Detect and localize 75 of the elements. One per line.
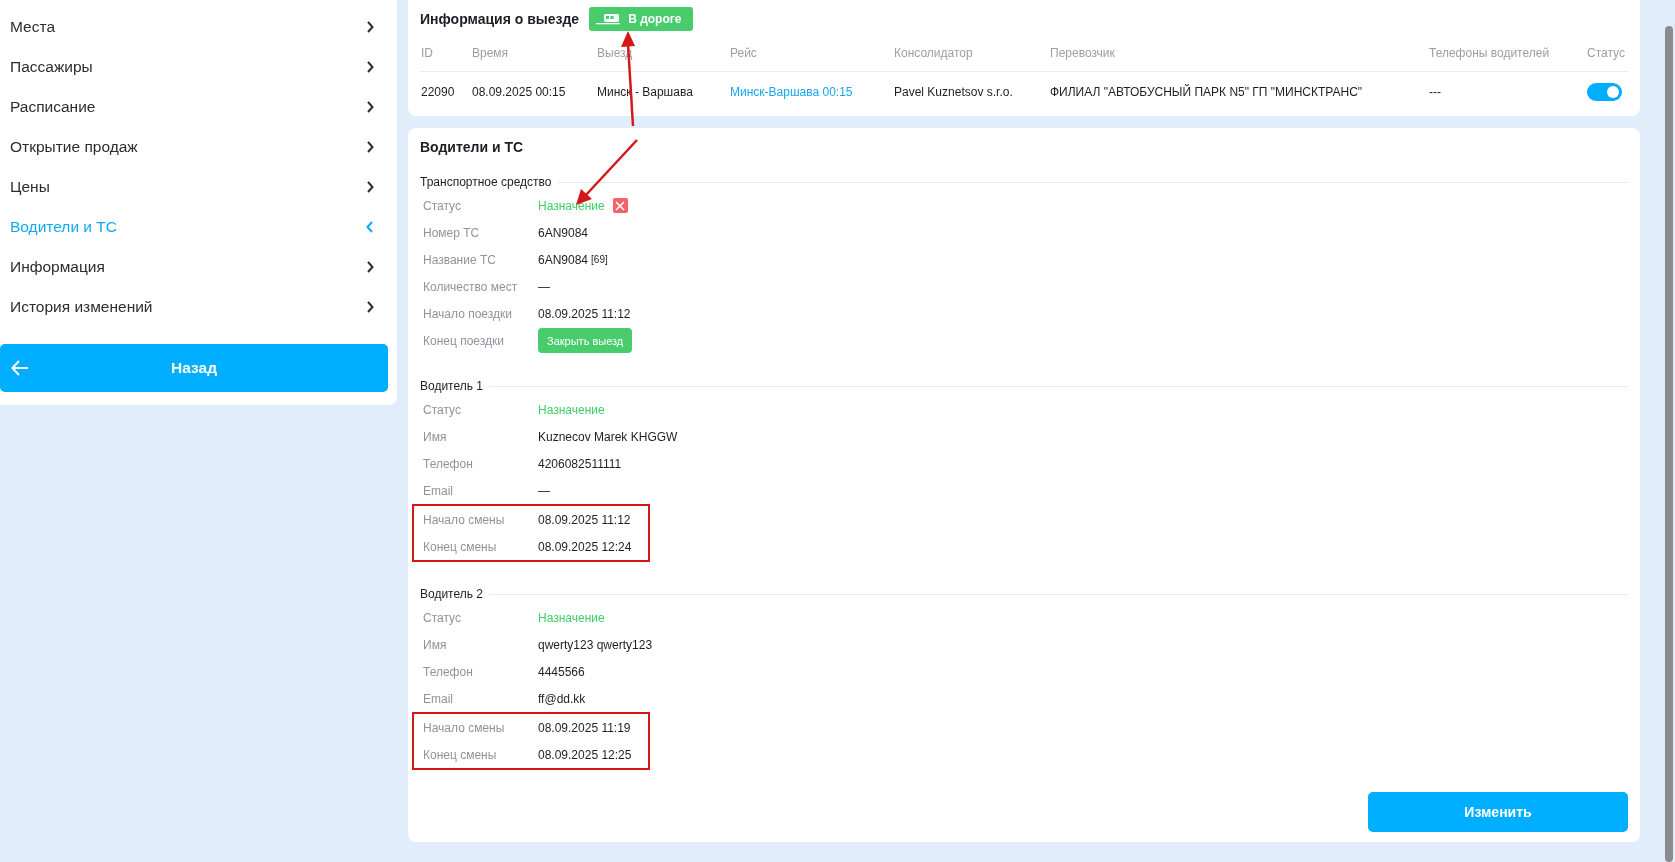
chevron-right-icon — [366, 181, 374, 193]
column-header: Статус — [1587, 45, 1626, 60]
field-value: 6AN9084 — [538, 252, 589, 267]
chevron-right-icon — [366, 301, 374, 313]
table-cell-text: Минск - Варшава — [597, 85, 694, 99]
column-header: Консолидатор — [894, 45, 974, 60]
field-label: Имя — [423, 637, 448, 652]
field-label: Конец поездки — [423, 333, 505, 348]
sidebar-item[interactable]: Информация — [0, 247, 397, 287]
chevron-right-icon — [366, 141, 374, 153]
field-label: Телефон — [423, 456, 474, 471]
field-value: 08.09.2025 11:12 — [538, 512, 631, 527]
field-label: Статус — [423, 198, 462, 213]
field-value: — — [538, 279, 550, 294]
column-header: Время — [472, 45, 510, 60]
sidebar-item[interactable]: Пассажиры — [0, 47, 397, 87]
field-label: Номер ТС — [423, 225, 481, 240]
column-header: ID — [421, 45, 434, 60]
field-value: 08.09.2025 11:12 — [538, 306, 631, 321]
table-cell-text: Pavel Kuznetsov s.r.o. — [894, 85, 1014, 99]
table-cell-text: --- — [1429, 85, 1442, 99]
field-value: 08.09.2025 11:19 — [538, 720, 631, 735]
section-title: Транспортное средство — [420, 175, 552, 189]
field-label: Конец смены — [423, 747, 498, 762]
section-title: Водитель 1 — [420, 379, 484, 393]
sidebar-item[interactable]: Цены — [0, 167, 397, 207]
seat-count-note: [69] — [591, 254, 608, 265]
field-label: Email — [423, 691, 454, 706]
field-value: — — [538, 483, 550, 498]
field-value: 4206082511111 — [538, 456, 622, 471]
field-label: Начало поездки — [423, 306, 513, 321]
scrollbar[interactable] — [1665, 26, 1673, 862]
field-value: 4445566 — [538, 664, 585, 679]
section-title: Водитель 2 — [420, 587, 484, 601]
status-value: Назначение — [538, 402, 605, 417]
table-cell-text: 22090 — [421, 85, 456, 99]
sidebar-item[interactable]: Открытие продаж — [0, 127, 397, 167]
field-value: 6AN9084 — [538, 225, 589, 240]
table-cell-text: ФИЛИАЛ "АВТОБУСНЫЙ ПАРК N5" ГП "МИНСКТРАНС" — [1050, 85, 1364, 99]
card-title: Информация о выезде — [420, 11, 580, 27]
field-label: Email — [423, 483, 454, 498]
field-label: Имя — [423, 429, 448, 444]
chevron-right-icon — [366, 21, 374, 33]
status-value: Назначение — [538, 198, 605, 213]
field-value: ff@dd.kk — [538, 691, 586, 706]
field-label: Количество мест — [423, 279, 519, 294]
field-label: Статус — [423, 610, 462, 625]
field-label: Статус — [423, 402, 462, 417]
chevron-right-icon — [366, 101, 374, 113]
bus-icon — [596, 13, 621, 25]
column-header: Телефоны водителей — [1429, 45, 1551, 60]
field-value: qwerty123 qwerty123 — [538, 637, 653, 652]
field-label: Начало смены — [423, 720, 506, 735]
field-label: Название ТС — [423, 252, 497, 267]
arrow-left-icon — [11, 360, 29, 376]
field-value: 08.09.2025 12:24 — [538, 539, 632, 554]
column-header: Рейс — [730, 45, 758, 60]
table-cell-text: 08.09.2025 00:15 — [472, 85, 567, 99]
sidebar-item[interactable]: Места — [0, 7, 397, 47]
column-header: Перевозчик — [1050, 45, 1116, 60]
field-label: Конец смены — [423, 539, 498, 554]
field-value: 08.09.2025 12:25 — [538, 747, 632, 762]
field-value: Kuznecov Marek KHGGW — [538, 429, 678, 444]
card-title: Водители и ТС — [420, 139, 525, 157]
status-value: Назначение — [538, 610, 605, 625]
remove-button[interactable] — [612, 198, 628, 213]
status-toggle[interactable] — [1587, 83, 1622, 101]
field-label: Начало смены — [423, 512, 506, 527]
chevron-right-icon — [366, 261, 374, 273]
chevron-right-icon — [366, 61, 374, 73]
sidebar-item[interactable]: История изменений — [0, 287, 397, 327]
status-badge: В дороге — [589, 7, 694, 31]
chevron-left-icon — [366, 221, 374, 233]
sidebar-item[interactable]: Расписание — [0, 87, 397, 127]
field-label: Телефон — [423, 664, 474, 679]
